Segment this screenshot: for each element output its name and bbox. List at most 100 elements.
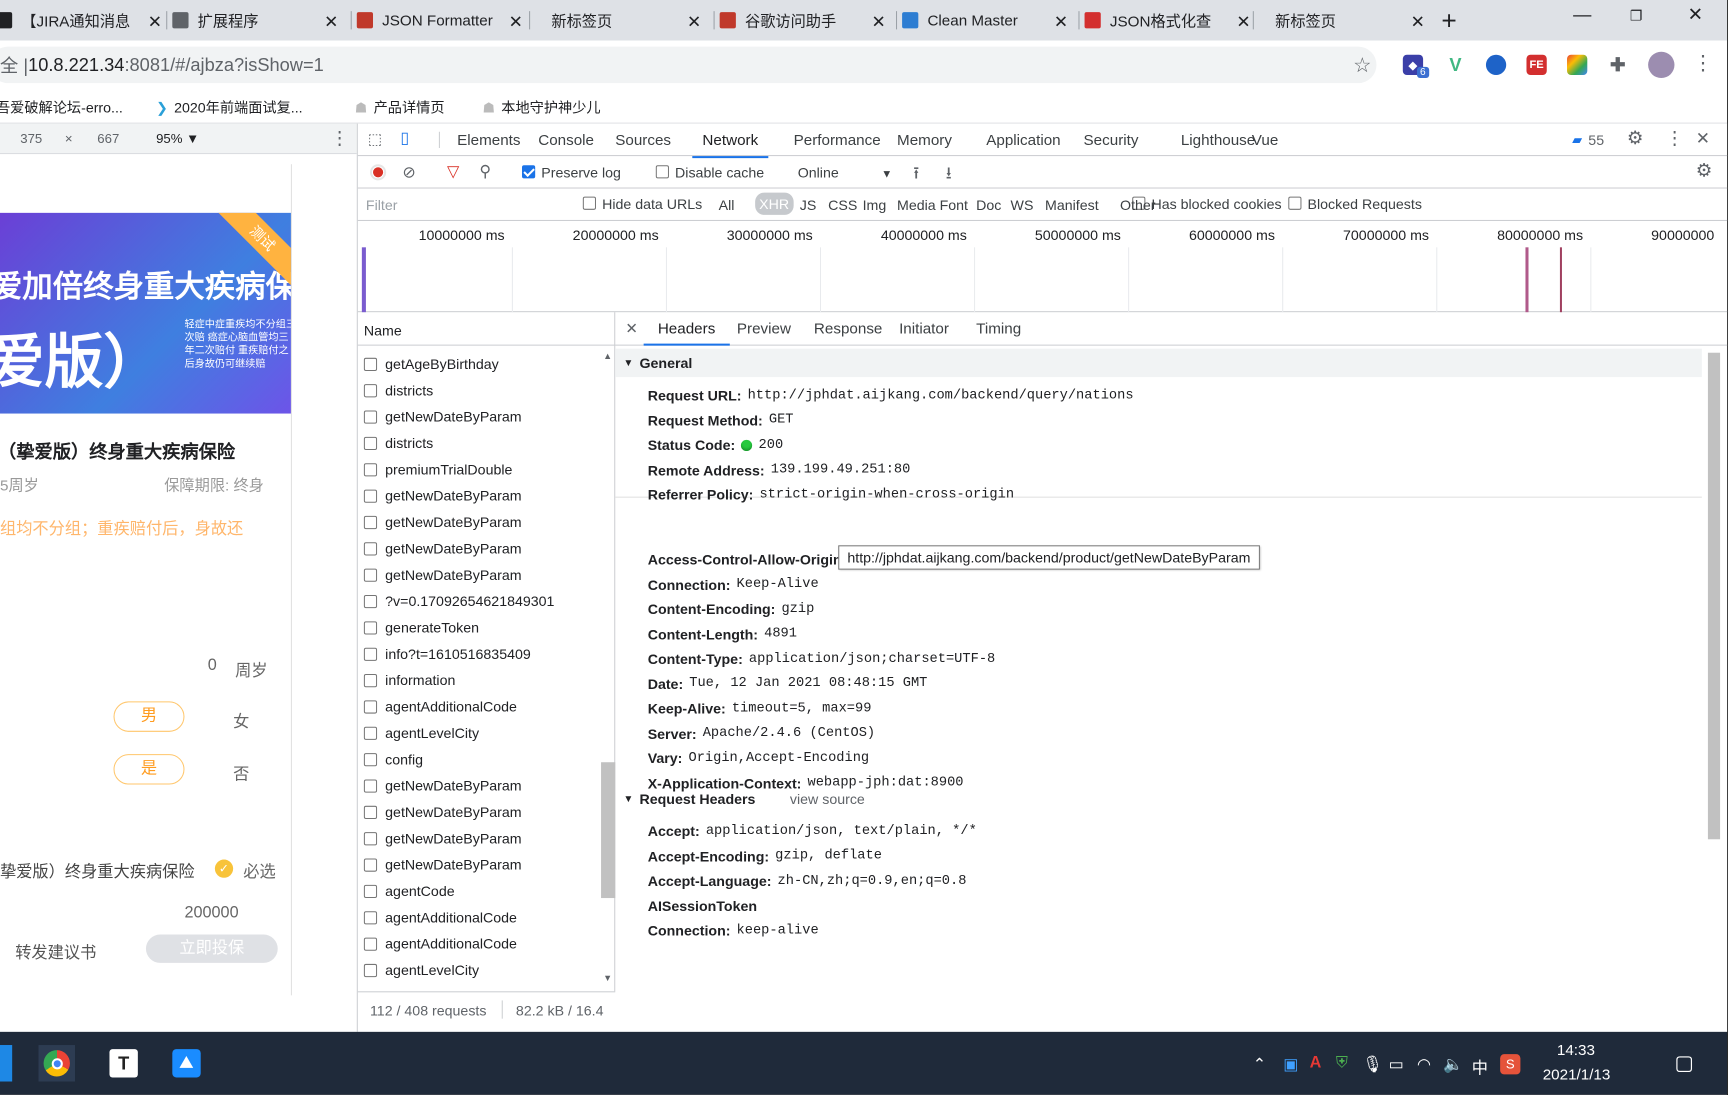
request-row[interactable]: premiumTrialDouble [363, 456, 512, 482]
close-devtools-icon[interactable]: ✕ [1696, 129, 1710, 149]
browser-menu-icon[interactable]: ⋮ [1693, 51, 1713, 76]
filter-icon[interactable]: ▽ [447, 161, 459, 181]
request-row-checkbox[interactable] [363, 357, 378, 371]
request-row-checkbox[interactable] [363, 963, 378, 977]
detail-tab-timing[interactable]: Timing [976, 320, 1021, 337]
detail-tab-initiator[interactable]: Initiator [899, 320, 949, 337]
request-row[interactable]: getNewDateByParam [363, 851, 522, 877]
acrobat-icon[interactable]: A [1310, 1054, 1322, 1072]
yes-option[interactable]: 是 [113, 754, 185, 785]
text-editor-icon[interactable]: T [105, 1045, 141, 1081]
close-tab-icon[interactable]: ✕ [1236, 12, 1250, 32]
filter-type-doc[interactable]: Doc [976, 197, 1001, 213]
disable-cache-checkbox[interactable]: Disable cache [655, 164, 764, 180]
devtools-tab-console[interactable]: Console [538, 132, 594, 149]
request-row[interactable]: getNewDateByParam [363, 509, 522, 535]
address-bar[interactable]: 全 | 10.8.221.34 :8081/#/ajbza?isShow=1 [0, 46, 1377, 84]
close-window-button[interactable]: ✕ [1688, 4, 1703, 25]
name-column-header[interactable]: Name [357, 312, 616, 346]
chrome-icon[interactable] [38, 1045, 76, 1082]
request-row[interactable]: info?t=1610516835409 [363, 641, 531, 667]
inspect-element-icon[interactable]: ⬚ [368, 130, 382, 148]
request-row-checkbox[interactable] [363, 937, 378, 951]
bookmark-star-icon[interactable]: ☆ [1353, 53, 1371, 78]
request-row-checkbox[interactable] [363, 752, 378, 766]
issues-count[interactable]: 55 [1588, 132, 1604, 148]
browser-tab[interactable]: JSON格式化查 ✕ [1084, 0, 1259, 41]
request-row-checkbox[interactable] [363, 726, 378, 740]
gender-female-option[interactable]: 女 [233, 707, 249, 731]
request-row[interactable]: getNewDateByParam [363, 535, 522, 561]
preserve-log-checkbox[interactable]: Preserve log [522, 164, 621, 180]
tray-app-icon[interactable]: ▣ [1283, 1054, 1298, 1074]
battery-icon[interactable]: ▭ [1389, 1054, 1404, 1074]
hide-data-urls-checkbox[interactable]: Hide data URLs [582, 196, 702, 212]
request-row[interactable]: getNewDateByParam [363, 403, 522, 429]
detail-tab-preview[interactable]: Preview [737, 320, 791, 337]
browser-tab[interactable]: 新标签页 ✕ [1259, 0, 1433, 41]
security-shield-icon[interactable]: ⛨ [1336, 1054, 1348, 1072]
browser-tab[interactable]: 新标签页 ✕ [535, 0, 709, 41]
request-row[interactable]: getNewDateByParam [363, 482, 522, 508]
profile-avatar[interactable] [1648, 51, 1675, 79]
request-row-checkbox[interactable] [363, 910, 378, 924]
request-row-checkbox[interactable] [363, 805, 378, 819]
close-tab-icon[interactable]: ✕ [871, 12, 885, 32]
browser-tab[interactable]: 【JIRA通知消息 ✕ [0, 0, 170, 41]
close-tab-icon[interactable]: ✕ [1054, 12, 1068, 32]
request-row-checkbox[interactable] [363, 541, 378, 555]
request-row[interactable]: districts [363, 430, 433, 456]
minimize-button[interactable]: — [1573, 4, 1591, 25]
request-row[interactable]: getNewDateByParam [363, 772, 522, 798]
notification-icon[interactable]: ▢ [1674, 1050, 1693, 1075]
general-section-header[interactable]: ▼ General [615, 348, 1702, 378]
vue-devtools-icon[interactable]: V [1445, 54, 1465, 75]
browser-tab[interactable]: 谷歌访问助手 ✕ [719, 0, 894, 41]
filter-type-css[interactable]: CSS [828, 197, 857, 213]
browser-tab[interactable]: 扩展程序 ✕ [172, 0, 346, 41]
blocked-requests-checkbox[interactable]: Blocked Requests [1288, 196, 1422, 212]
close-tab-icon[interactable]: ✕ [324, 12, 338, 32]
request-row[interactable]: getNewDateByParam [363, 825, 522, 851]
fe-helper-icon[interactable]: FE [1526, 54, 1547, 76]
device-width[interactable]: 375 [20, 131, 42, 146]
device-toggle-icon[interactable]: ▯ [400, 128, 409, 148]
devtools-tab-performance[interactable]: Performance [794, 132, 881, 149]
device-menu-icon[interactable]: ⋮ [330, 128, 348, 149]
tray-overflow-icon[interactable]: ⌃ [1253, 1054, 1267, 1074]
filter-type-img[interactable]: Img [863, 197, 887, 213]
request-row-checkbox[interactable] [363, 858, 378, 872]
request-row-checkbox[interactable] [363, 383, 378, 397]
devtools-menu-icon[interactable]: ⋮ [1665, 128, 1683, 149]
request-row-checkbox[interactable] [363, 673, 378, 687]
extension-colorful-icon[interactable] [1567, 54, 1588, 76]
devtools-tab-memory[interactable]: Memory [897, 132, 952, 149]
settings-gear-icon[interactable]: ⚙ [1627, 128, 1643, 149]
devtools-tab-network[interactable]: Network [692, 132, 769, 159]
filter-type-font[interactable]: Font [940, 197, 968, 213]
throttle-select[interactable]: Online ▼ [798, 164, 893, 180]
filter-type-xhr[interactable]: XHR [755, 192, 794, 215]
request-row[interactable]: agentCode [363, 878, 455, 904]
request-row-checkbox[interactable] [363, 647, 378, 661]
filter-input[interactable]: Filter [366, 197, 398, 213]
wifi-icon[interactable]: ◠ [1417, 1054, 1431, 1074]
device-height[interactable]: 667 [97, 131, 119, 146]
request-row[interactable]: agentLevelCity [363, 957, 479, 983]
ime-indicator[interactable]: 中 [1472, 1054, 1488, 1078]
detail-scroll-thumb[interactable] [1707, 352, 1721, 840]
devtools-tab-sources[interactable]: Sources [615, 132, 671, 149]
request-row[interactable]: agentAdditionalCode [363, 930, 517, 956]
filter-type-all[interactable]: All [719, 197, 735, 213]
filter-type-media[interactable]: Media [897, 197, 936, 213]
request-row-checkbox[interactable] [363, 594, 378, 608]
extension-globe-icon[interactable] [1485, 54, 1507, 76]
request-row-checkbox[interactable] [363, 515, 378, 529]
maximize-button[interactable]: ❐ [1630, 7, 1643, 24]
bookmark-item[interactable]: ☗ 本地守护神少儿 [482, 97, 600, 117]
app-icon[interactable] [0, 1045, 13, 1082]
browser-tab[interactable]: JSON Formatter ✕ [356, 0, 531, 41]
request-row[interactable]: getNewDateByParam [363, 562, 522, 588]
record-button[interactable] [369, 164, 387, 181]
devtools-tab-lighthouse[interactable]: Lighthouse [1181, 132, 1255, 149]
